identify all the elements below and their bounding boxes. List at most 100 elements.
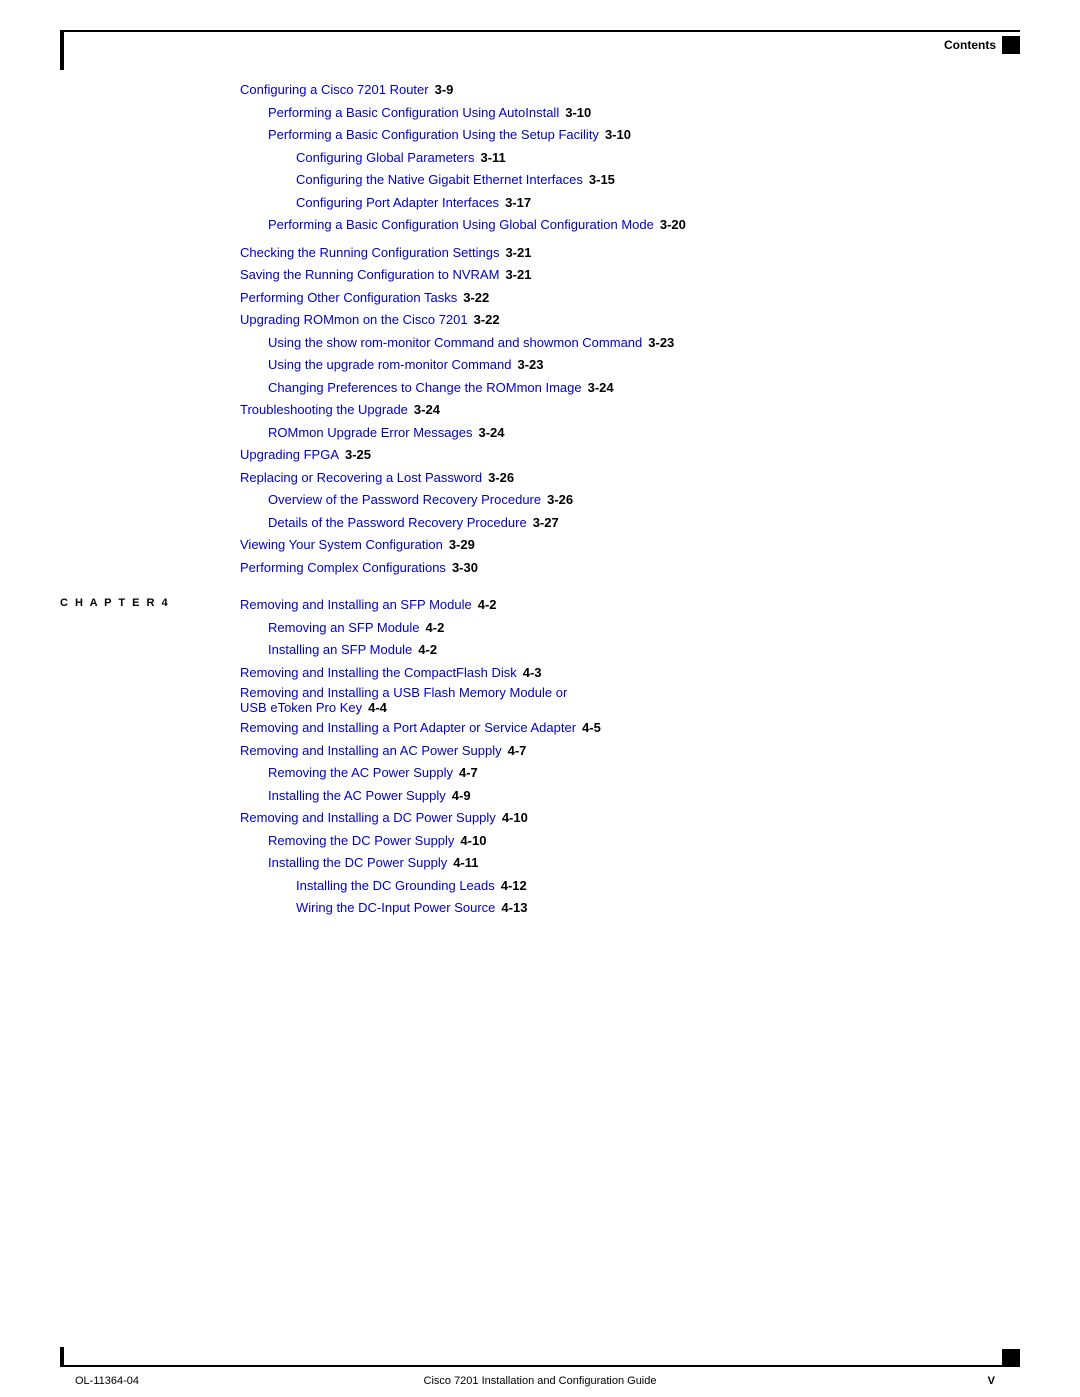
list-item: Overview of the Password Recovery Proced… xyxy=(268,490,1000,510)
toc-page: 4-4 xyxy=(368,700,387,715)
list-item: Removing an SFP Module 4-2 xyxy=(268,618,1000,638)
toc-link[interactable]: ROMmon Upgrade Error Messages xyxy=(268,423,472,443)
list-item: Installing the AC Power Supply 4-9 xyxy=(268,786,1000,806)
list-item: Removing and Installing a USB Flash Memo… xyxy=(240,685,1000,715)
toc-page: 3-24 xyxy=(588,378,614,398)
toc-link[interactable]: Saving the Running Configuration to NVRA… xyxy=(240,265,499,285)
header-right-bar xyxy=(1002,36,1020,54)
toc-page: 4-2 xyxy=(426,618,445,638)
list-item: Details of the Password Recovery Procedu… xyxy=(268,513,1000,533)
list-item: Using the upgrade rom-monitor Command 3-… xyxy=(268,355,1000,375)
toc-link[interactable]: Performing Other Configuration Tasks xyxy=(240,288,457,308)
toc-link[interactable]: Installing the DC Grounding Leads xyxy=(296,876,495,896)
toc-page: 3-22 xyxy=(474,310,500,330)
toc-page: 4-12 xyxy=(501,876,527,896)
toc-link[interactable]: Removing and Installing an SFP Module xyxy=(240,595,472,615)
toc-link[interactable]: Installing the DC Power Supply xyxy=(268,853,447,873)
list-item: Saving the Running Configuration to NVRA… xyxy=(240,265,1000,285)
list-item: Performing a Basic Configuration Using G… xyxy=(268,215,1000,235)
toc-page: 3-25 xyxy=(345,445,371,465)
toc-link[interactable]: Removing the DC Power Supply xyxy=(268,831,454,851)
toc-link[interactable]: Upgrading FPGA xyxy=(240,445,339,465)
list-item: Removing and Installing a Port Adapter o… xyxy=(240,718,1000,738)
toc-page: 3-23 xyxy=(518,355,544,375)
list-item: Performing a Basic Configuration Using A… xyxy=(268,103,1000,123)
toc-page: 3-26 xyxy=(488,468,514,488)
toc-link[interactable]: Configuring the Native Gigabit Ethernet … xyxy=(296,170,583,190)
list-item: ROMmon Upgrade Error Messages 3-24 xyxy=(268,423,1000,443)
toc-link[interactable]: Viewing Your System Configuration xyxy=(240,535,443,555)
toc-page: 4-5 xyxy=(582,718,601,738)
toc-link[interactable]: Removing and Installing a USB Flash Memo… xyxy=(240,685,567,700)
toc-page: 3-17 xyxy=(505,193,531,213)
bottom-border xyxy=(60,1365,1020,1367)
toc-link[interactable]: Configuring Global Parameters xyxy=(296,148,474,168)
toc-link[interactable]: Removing and Installing a DC Power Suppl… xyxy=(240,808,496,828)
footer-center: Cisco 7201 Installation and Configuratio… xyxy=(424,1375,657,1387)
toc-link[interactable]: Removing and Installing the CompactFlash… xyxy=(240,663,517,683)
list-item: Removing and Installing an AC Power Supp… xyxy=(240,741,1000,761)
toc-page: 3-20 xyxy=(660,215,686,235)
toc-link[interactable]: USB eToken Pro Key xyxy=(240,700,362,715)
toc-link[interactable]: Checking the Running Configuration Setti… xyxy=(240,243,499,263)
list-item: Configuring a Cisco 7201 Router 3-9 xyxy=(240,80,1000,100)
toc-link[interactable]: Performing a Basic Configuration Using t… xyxy=(268,125,599,145)
toc-link[interactable]: Removing and Installing an AC Power Supp… xyxy=(240,741,502,761)
toc-page: 4-13 xyxy=(501,898,527,918)
list-item: Configuring Global Parameters 3-11 xyxy=(296,148,1000,168)
toc-link[interactable]: Changing Preferences to Change the ROMmo… xyxy=(268,378,582,398)
bottom-right-bar xyxy=(1002,1349,1020,1367)
toc-link[interactable]: Performing a Basic Configuration Using G… xyxy=(268,215,654,235)
contents-label: Contents xyxy=(944,38,996,52)
toc-page: 4-10 xyxy=(502,808,528,828)
toc-link[interactable]: Replacing or Recovering a Lost Password xyxy=(240,468,482,488)
toc-link[interactable]: Wiring the DC-Input Power Source xyxy=(296,898,495,918)
toc-page: 3-11 xyxy=(480,148,505,168)
list-item: Upgrading ROMmon on the Cisco 7201 3-22 xyxy=(240,310,1000,330)
toc-link[interactable]: Configuring a Cisco 7201 Router xyxy=(240,80,429,100)
toc-page: 4-10 xyxy=(460,831,486,851)
toc-link[interactable]: Removing an SFP Module xyxy=(268,618,420,638)
toc-link[interactable]: Overview of the Password Recovery Proced… xyxy=(268,490,541,510)
toc-page: 3-10 xyxy=(565,103,591,123)
list-item: Installing the DC Grounding Leads 4-12 xyxy=(296,876,1000,896)
list-item: Removing the AC Power Supply 4-7 xyxy=(268,763,1000,783)
toc-link[interactable]: Installing an SFP Module xyxy=(268,640,412,660)
list-item: Installing the DC Power Supply 4-11 xyxy=(268,853,1000,873)
list-item: Viewing Your System Configuration 3-29 xyxy=(240,535,1000,555)
list-item: Performing Complex Configurations 3-30 xyxy=(240,558,1000,578)
toc-link[interactable]: Performing a Basic Configuration Using A… xyxy=(268,103,559,123)
toc-page: 4-7 xyxy=(459,763,478,783)
header-contents: Contents xyxy=(944,36,1020,54)
toc-link[interactable]: Using the show rom-monitor Command and s… xyxy=(268,333,642,353)
toc-page: 3-26 xyxy=(547,490,573,510)
footer-left: OL-11364-04 xyxy=(75,1375,139,1387)
left-bar xyxy=(60,30,64,70)
toc-page: 3-9 xyxy=(435,80,454,100)
list-item: Installing an SFP Module 4-2 xyxy=(268,640,1000,660)
toc-link[interactable]: Upgrading ROMmon on the Cisco 7201 xyxy=(240,310,468,330)
list-item: Changing Preferences to Change the ROMmo… xyxy=(268,378,1000,398)
toc-link[interactable]: Troubleshooting the Upgrade xyxy=(240,400,408,420)
toc-link[interactable]: Removing the AC Power Supply xyxy=(268,763,453,783)
list-item: Upgrading FPGA 3-25 xyxy=(240,445,1000,465)
toc-link[interactable]: Details of the Password Recovery Procedu… xyxy=(268,513,527,533)
toc-page: 3-21 xyxy=(505,243,531,263)
toc-page: 3-23 xyxy=(648,333,674,353)
toc-page: 4-11 xyxy=(453,853,478,873)
toc-page: 3-21 xyxy=(505,265,531,285)
toc-link[interactable]: Using the upgrade rom-monitor Command xyxy=(268,355,512,375)
toc-link[interactable]: Removing and Installing a Port Adapter o… xyxy=(240,718,576,738)
list-item: Performing Other Configuration Tasks 3-2… xyxy=(240,288,1000,308)
toc-link[interactable]: Performing Complex Configurations xyxy=(240,558,446,578)
toc-content: Configuring a Cisco 7201 Router 3-9 Perf… xyxy=(240,80,1000,1317)
list-item: Wiring the DC-Input Power Source 4-13 xyxy=(296,898,1000,918)
toc-link[interactable]: Configuring Port Adapter Interfaces xyxy=(296,193,499,213)
footer-right: V xyxy=(988,1375,995,1387)
list-item: Configuring Port Adapter Interfaces 3-17 xyxy=(296,193,1000,213)
list-item: Replacing or Recovering a Lost Password … xyxy=(240,468,1000,488)
toc-link[interactable]: Installing the AC Power Supply xyxy=(268,786,446,806)
toc-page: 4-3 xyxy=(523,663,542,683)
toc-page: 4-2 xyxy=(418,640,437,660)
toc-page: 3-24 xyxy=(478,423,504,443)
